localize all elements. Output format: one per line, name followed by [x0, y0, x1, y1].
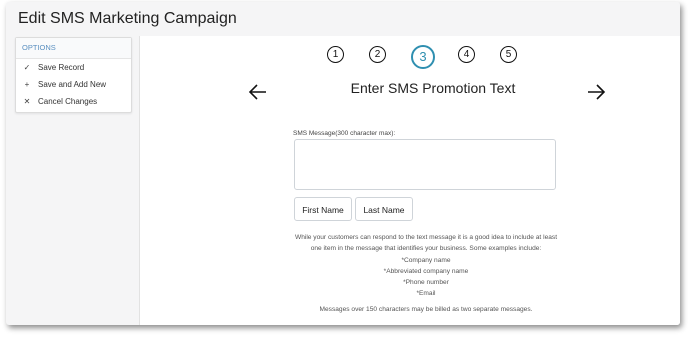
- main-panel: 1 2 3 4 5 Enter SMS Promotion Text SMS M…: [139, 36, 680, 325]
- options-header: OPTIONS: [16, 38, 131, 59]
- example-company-name: *Company name: [401, 256, 451, 264]
- step-1[interactable]: 1: [327, 46, 344, 63]
- step-5[interactable]: 5: [500, 46, 517, 63]
- example-email: *Email: [416, 290, 436, 298]
- wizard-steps: 1 2 3 4 5: [140, 45, 680, 72]
- step-4[interactable]: 4: [458, 46, 475, 63]
- save-record-button[interactable]: ✓ Save Record: [16, 59, 131, 76]
- check-circle-icon: ✓: [23, 63, 31, 72]
- save-and-add-new-label: Save and Add New: [38, 80, 107, 89]
- cancel-changes-button[interactable]: ✕ Cancel Changes: [16, 93, 131, 110]
- plus-icon: +: [24, 80, 30, 89]
- sms-message-label: SMS Message(300 character max):: [293, 130, 396, 137]
- step-2[interactable]: 2: [369, 46, 386, 63]
- sms-message-input[interactable]: [294, 139, 556, 190]
- cancel-changes-label: Cancel Changes: [38, 97, 98, 106]
- arrow-right-icon[interactable]: [586, 84, 606, 100]
- close-icon: ✕: [23, 97, 31, 106]
- example-abbreviated-company-name: *Abbreviated company name: [383, 267, 469, 275]
- options-panel: OPTIONS ✓ Save Record + Save and Add New…: [15, 37, 132, 113]
- first-name-token-button[interactable]: First Name: [294, 197, 352, 221]
- help-text: While your customers can respond to the …: [293, 232, 559, 300]
- app-window: Edit SMS Marketing Campaign OPTIONS ✓ Sa…: [6, 2, 680, 325]
- example-phone-number: *Phone number: [403, 279, 449, 287]
- header-bar: Edit SMS Marketing Campaign: [6, 2, 680, 36]
- billing-note: Messages over 150 characters may be bill…: [319, 306, 533, 313]
- save-and-add-new-button[interactable]: + Save and Add New: [16, 76, 131, 93]
- save-record-label: Save Record: [38, 63, 85, 72]
- step-3[interactable]: 3: [411, 45, 435, 69]
- last-name-token-button[interactable]: Last Name: [355, 197, 413, 221]
- page-title: Edit SMS Marketing Campaign: [18, 10, 237, 27]
- help-intro: While your customers can respond to the …: [294, 234, 558, 253]
